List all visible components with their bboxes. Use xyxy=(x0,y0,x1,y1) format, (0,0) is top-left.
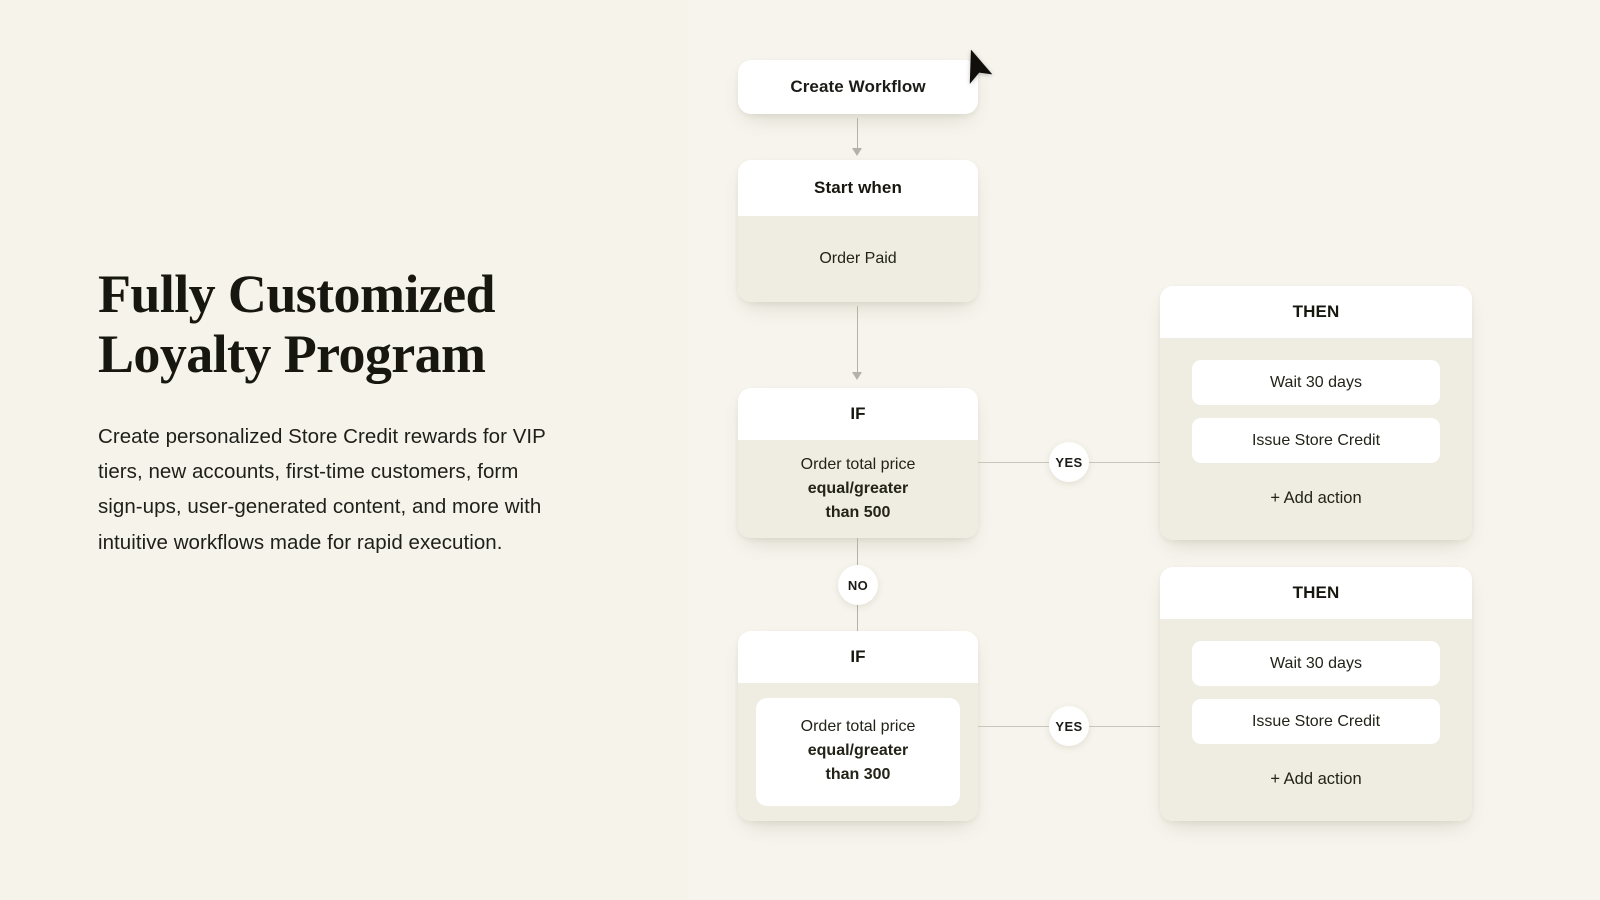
page-title: Fully Customized Loyalty Program xyxy=(98,264,496,384)
badge-yes-1: YES xyxy=(1049,442,1089,482)
condition-inner-pill-2[interactable]: Order total price equal/greater than 300 xyxy=(756,698,960,806)
trigger-value: Order Paid xyxy=(738,216,978,302)
action-item[interactable]: Wait 30 days xyxy=(1192,641,1440,686)
trigger-card[interactable]: Start when Order Paid xyxy=(738,160,978,302)
arrow-head-trigger xyxy=(852,148,862,156)
condition-threshold-2: than 300 xyxy=(825,765,891,783)
condition-operator-2: equal/greater xyxy=(807,742,909,760)
add-action-button[interactable]: + Add action xyxy=(1192,770,1440,789)
create-workflow-label: Create Workflow xyxy=(790,77,926,96)
branch-body-1: Wait 30 days Issue Store Credit + Add ac… xyxy=(1160,338,1472,540)
condition-card-2[interactable]: IF Order total price equal/greater than … xyxy=(738,631,978,821)
create-workflow-button[interactable]: Create Workflow xyxy=(738,60,978,114)
condition-subject-1: Order total price xyxy=(800,456,916,474)
connector-create-to-trigger xyxy=(857,118,859,150)
workflow-canvas: Create Workflow Start when Order Paid IF… xyxy=(688,0,1600,900)
branch-card-1[interactable]: THEN Wait 30 days Issue Store Credit + A… xyxy=(1160,286,1472,540)
add-action-button[interactable]: + Add action xyxy=(1192,489,1440,508)
action-item[interactable]: Issue Store Credit xyxy=(1192,699,1440,744)
action-item[interactable]: Wait 30 days xyxy=(1192,360,1440,405)
condition-subject-2: Order total price xyxy=(800,718,916,736)
hero-copy: Fully Customized Loyalty Program Create … xyxy=(98,264,618,560)
condition-body-1: Order total price equal/greater than 500 xyxy=(738,440,978,538)
condition-header-1: IF xyxy=(738,388,978,440)
trigger-header: Start when xyxy=(738,160,978,216)
condition-body-2: Order total price equal/greater than 300 xyxy=(738,683,978,821)
connector-trigger-to-if1 xyxy=(857,306,859,374)
page-description: Create personalized Store Credit rewards… xyxy=(98,424,546,554)
badge-no-1: NO xyxy=(838,565,878,605)
mouse-cursor-icon xyxy=(969,50,993,84)
condition-header-2: IF xyxy=(738,631,978,683)
branch-header-2: THEN xyxy=(1160,567,1472,619)
branch-body-2: Wait 30 days Issue Store Credit + Add ac… xyxy=(1160,619,1472,821)
branch-header-1: THEN xyxy=(1160,286,1472,338)
action-item[interactable]: Issue Store Credit xyxy=(1192,418,1440,463)
branch-card-2[interactable]: THEN Wait 30 days Issue Store Credit + A… xyxy=(1160,567,1472,821)
condition-threshold-1: than 500 xyxy=(825,503,891,521)
condition-operator-1: equal/greater xyxy=(807,480,909,498)
condition-card-1[interactable]: IF Order total price equal/greater than … xyxy=(738,388,978,538)
badge-yes-2: YES xyxy=(1049,706,1089,746)
arrow-head-if1 xyxy=(852,372,862,380)
